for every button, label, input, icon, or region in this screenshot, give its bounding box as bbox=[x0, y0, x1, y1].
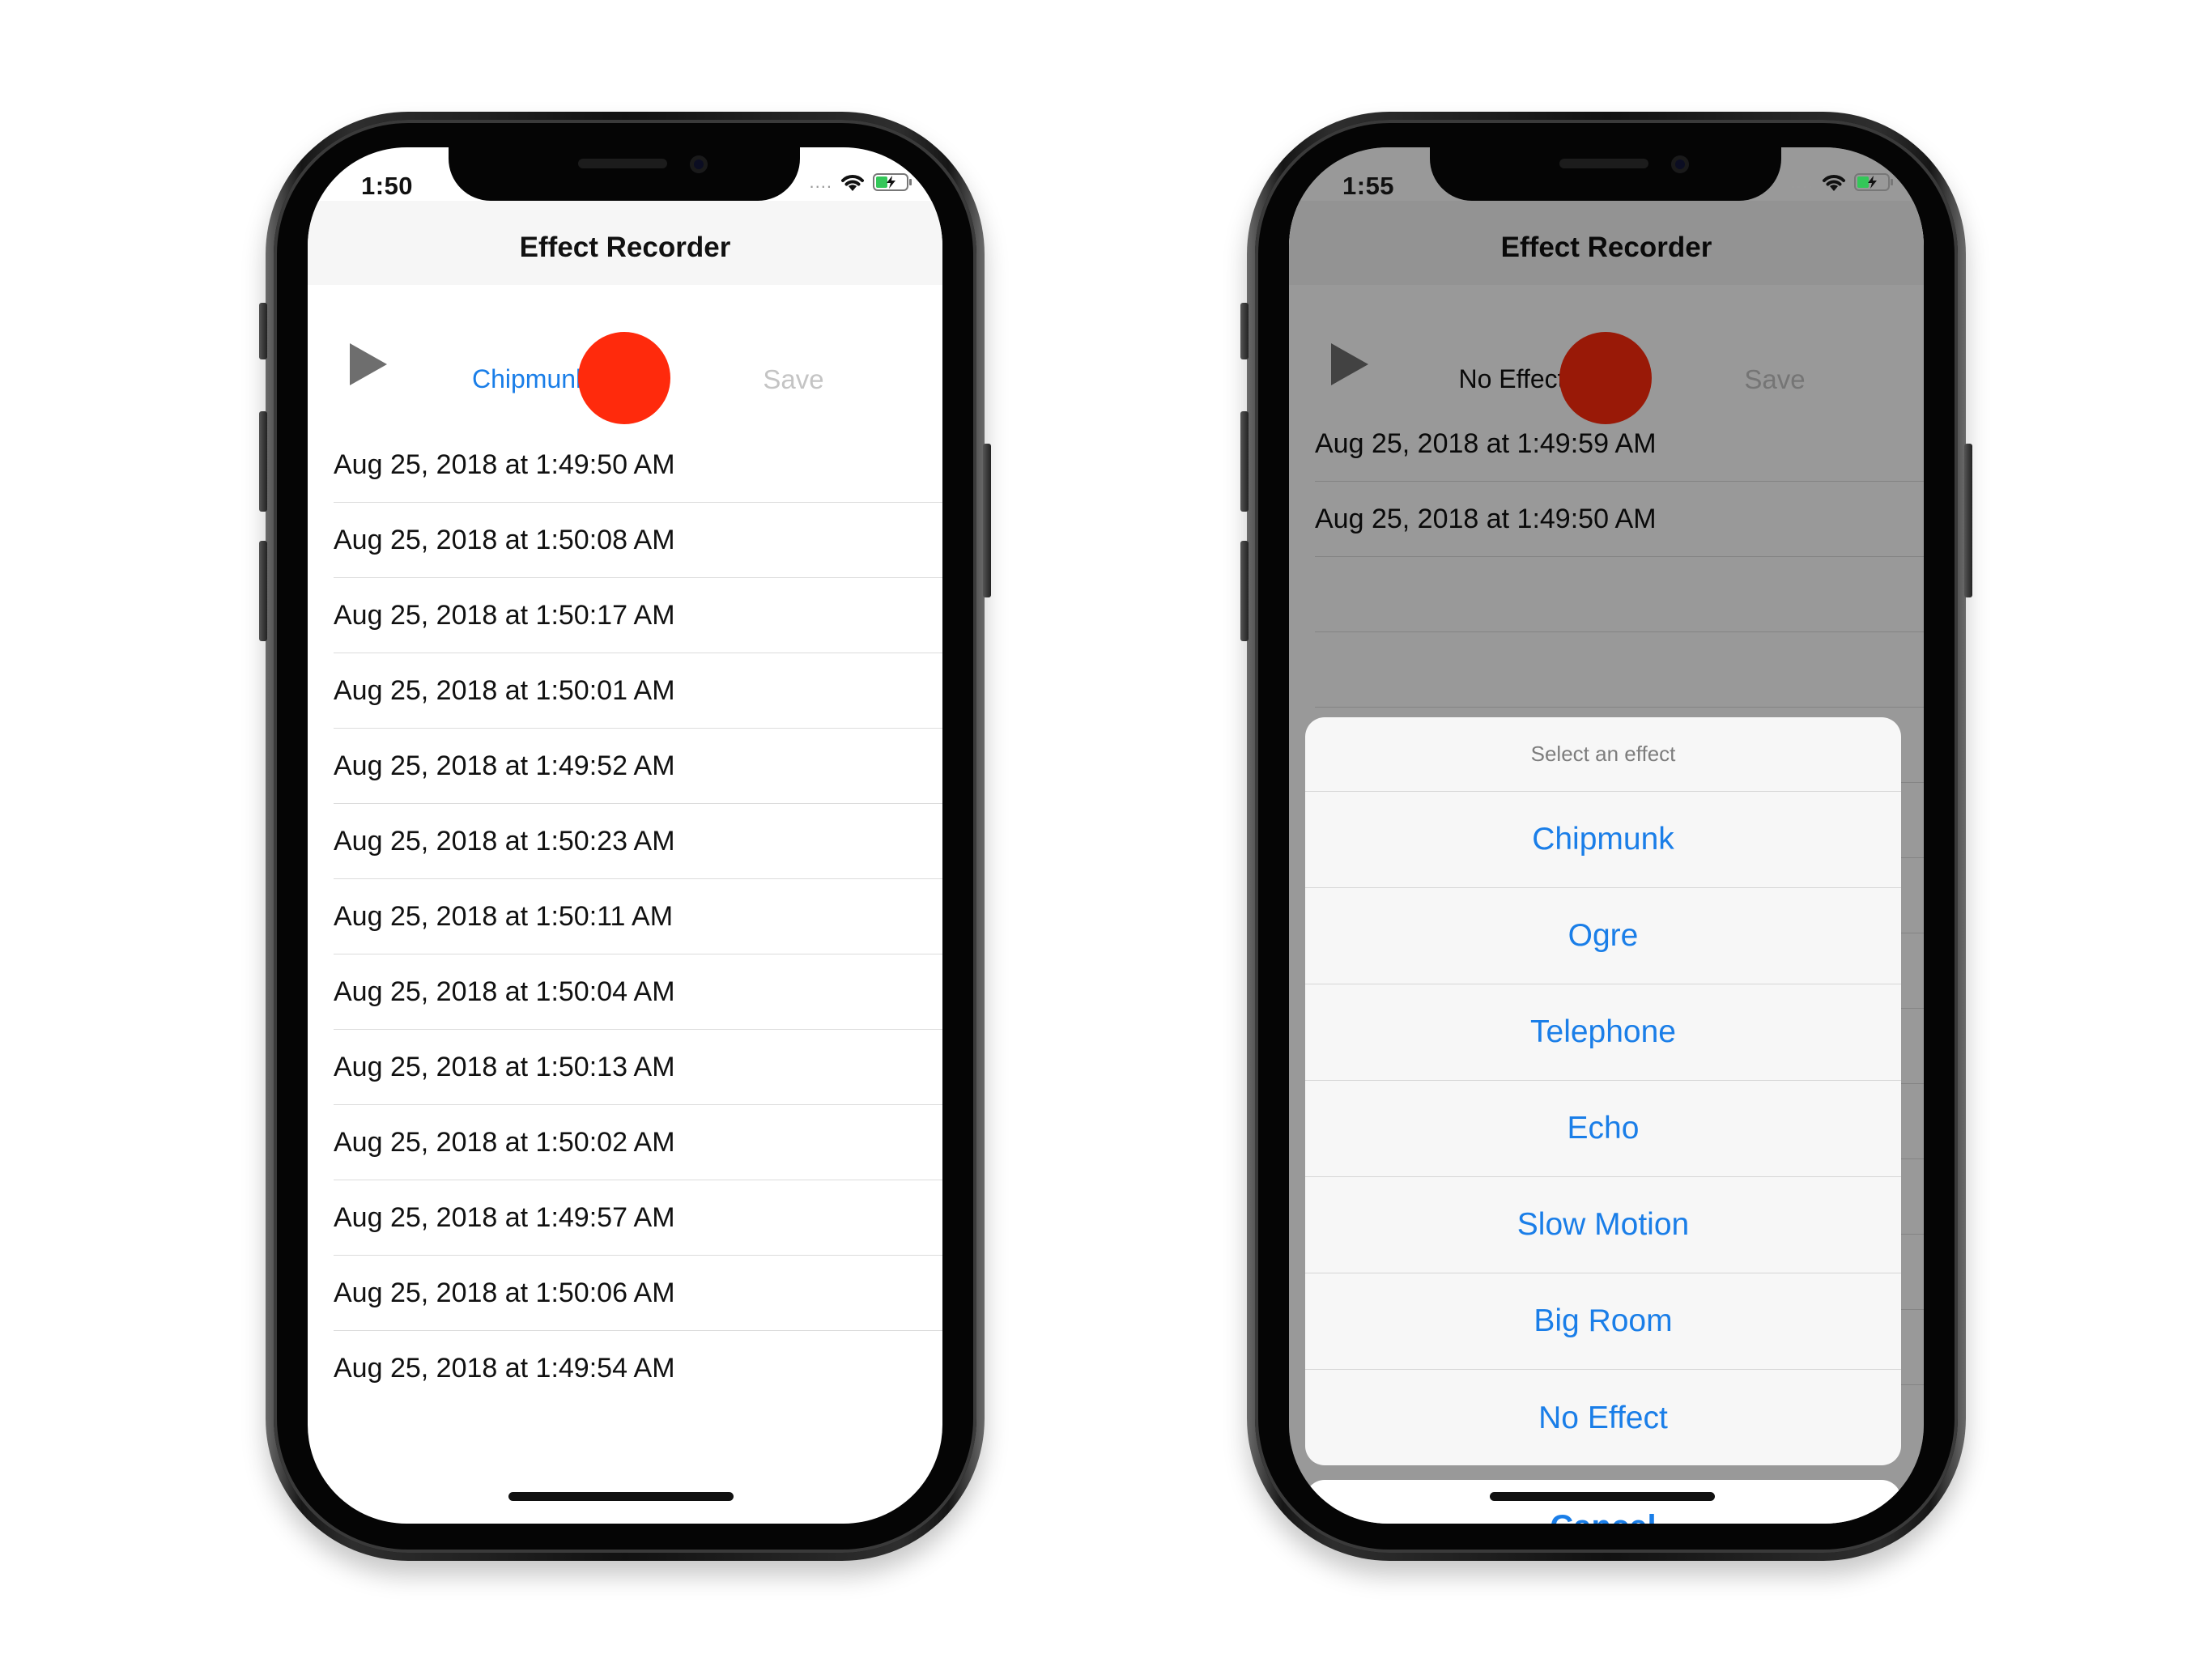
option-telephone[interactable]: Telephone bbox=[1305, 984, 1901, 1081]
list-item[interactable]: Aug 25, 2018 at 1:50:01 AM bbox=[334, 653, 942, 729]
speaker bbox=[1559, 159, 1648, 168]
play-icon[interactable] bbox=[350, 343, 387, 385]
option-no-effect[interactable]: No Effect bbox=[1305, 1370, 1901, 1465]
side-button bbox=[983, 444, 991, 597]
option-echo[interactable]: Echo bbox=[1305, 1081, 1901, 1177]
record-icon[interactable] bbox=[578, 332, 670, 424]
wifi-icon bbox=[841, 175, 864, 191]
list-item[interactable]: Aug 25, 2018 at 1:50:23 AM bbox=[334, 804, 942, 879]
status-time: 1:55 bbox=[1342, 172, 1395, 200]
list-item[interactable]: Aug 25, 2018 at 1:49:54 AM bbox=[334, 1331, 942, 1406]
list-item[interactable]: Aug 25, 2018 at 1:49:50 AM bbox=[334, 427, 942, 503]
recorder-toolbar: Chipmunk Save bbox=[308, 285, 942, 427]
speaker bbox=[578, 159, 667, 168]
list-item[interactable]: Aug 25, 2018 at 1:50:13 AM bbox=[334, 1030, 942, 1105]
cancel-button[interactable]: Cancel bbox=[1305, 1480, 1901, 1524]
front-camera bbox=[1671, 155, 1689, 173]
volume-down-button bbox=[1240, 541, 1249, 641]
home-indicator[interactable] bbox=[1490, 1492, 1715, 1501]
list-item[interactable]: Aug 25, 2018 at 1:50:17 AM bbox=[334, 578, 942, 653]
list-item[interactable]: Aug 25, 2018 at 1:50:04 AM bbox=[334, 954, 942, 1030]
mute-switch bbox=[259, 303, 267, 359]
list-item[interactable]: Aug 25, 2018 at 1:49:57 AM bbox=[334, 1180, 942, 1256]
side-button bbox=[1964, 444, 1972, 597]
volume-down-button bbox=[259, 541, 267, 641]
action-sheet: Select an effect Chipmunk Ogre Telephone… bbox=[1305, 717, 1901, 1465]
notch bbox=[1430, 147, 1781, 201]
list-item[interactable]: Aug 25, 2018 at 1:50:02 AM bbox=[334, 1105, 942, 1180]
navigation-bar: Effect Recorder bbox=[308, 201, 942, 285]
screen: 1:50 .... Effect Recorder Chipmunk Save bbox=[308, 147, 942, 1524]
recordings-list: Aug 25, 2018 at 1:49:50 AM Aug 25, 2018 … bbox=[334, 427, 942, 1406]
list-item[interactable]: Aug 25, 2018 at 1:49:52 AM bbox=[334, 729, 942, 804]
action-sheet-title: Select an effect bbox=[1305, 717, 1901, 792]
option-slow-motion[interactable]: Slow Motion bbox=[1305, 1177, 1901, 1273]
list-item[interactable]: Aug 25, 2018 at 1:50:08 AM bbox=[334, 503, 942, 578]
notch bbox=[449, 147, 800, 201]
status-icons: .... bbox=[810, 172, 913, 193]
option-big-room[interactable]: Big Room bbox=[1305, 1273, 1901, 1370]
option-chipmunk[interactable]: Chipmunk bbox=[1305, 792, 1901, 888]
list-item[interactable]: Aug 25, 2018 at 1:50:11 AM bbox=[334, 879, 942, 954]
phone-left: 1:50 .... Effect Recorder Chipmunk Save bbox=[259, 112, 991, 1561]
option-ogre[interactable]: Ogre bbox=[1305, 888, 1901, 984]
phone-right: 1:55 .... Effect Recorder No Effect Save bbox=[1240, 112, 1972, 1561]
volume-up-button bbox=[1240, 411, 1249, 512]
signal-dots-icon: .... bbox=[809, 172, 832, 192]
nav-title: Effect Recorder bbox=[519, 232, 731, 263]
signal-dots-icon: .... bbox=[1790, 172, 1814, 192]
list-item[interactable]: Aug 25, 2018 at 1:50:06 AM bbox=[334, 1256, 942, 1331]
wifi-icon bbox=[1823, 175, 1845, 191]
status-time: 1:50 bbox=[361, 172, 414, 200]
save-button[interactable]: Save bbox=[729, 364, 858, 395]
front-camera bbox=[690, 155, 708, 173]
battery-charging-icon bbox=[1854, 173, 1893, 191]
screen: 1:55 .... Effect Recorder No Effect Save bbox=[1289, 147, 1924, 1524]
battery-charging-icon bbox=[873, 173, 912, 191]
volume-up-button bbox=[259, 411, 267, 512]
home-indicator[interactable] bbox=[508, 1492, 734, 1501]
status-icons: .... bbox=[1791, 172, 1895, 193]
mute-switch bbox=[1240, 303, 1249, 359]
